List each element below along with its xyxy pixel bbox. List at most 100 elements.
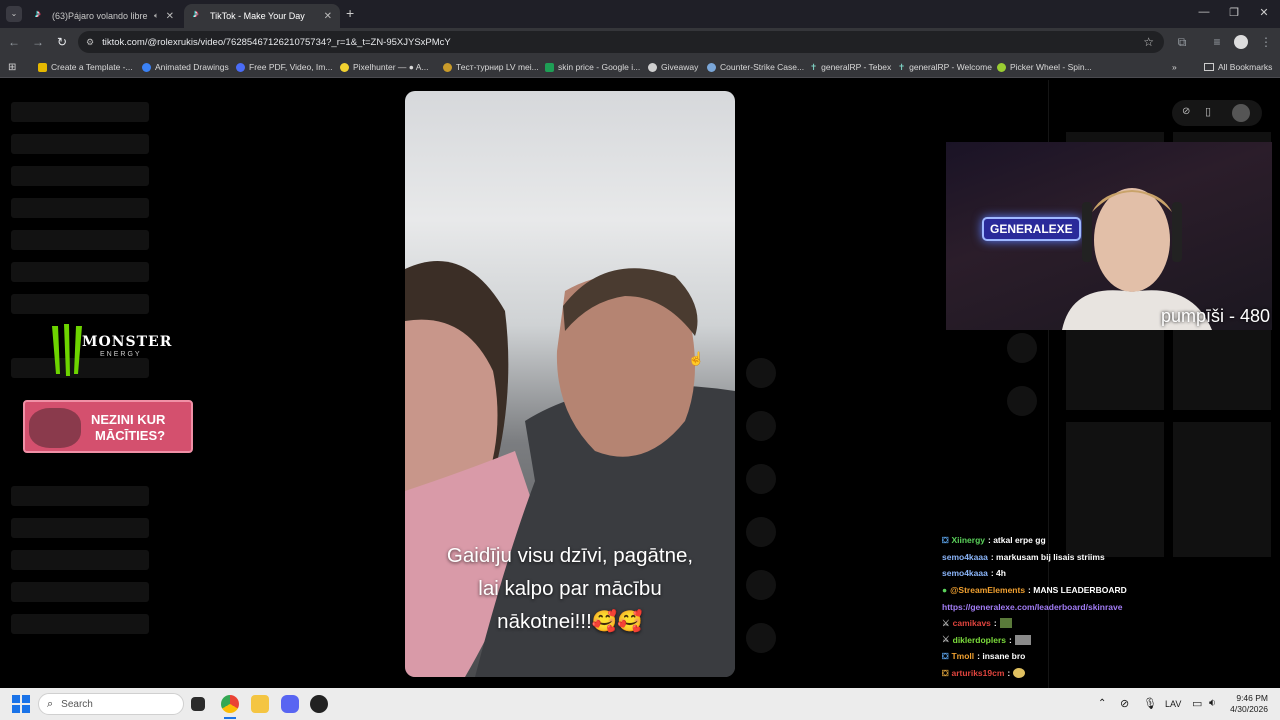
video-caption: Gaidīju visu dzīvi, pagātne, lai kalpo p… — [405, 539, 735, 638]
mascot-icon — [29, 408, 81, 448]
address-bar[interactable]: ⚙ tiktok.com/@rolexrukis/video/762854671… — [78, 31, 1164, 53]
monster-claw-icon — [52, 324, 82, 376]
bookmark-item[interactable]: skin price - Google i... — [545, 60, 640, 74]
restore-button[interactable]: ❐ — [1219, 6, 1249, 19]
sidebar-skeleton — [11, 102, 149, 122]
close-icon[interactable]: ✕ — [166, 11, 174, 22]
save-button-placeholder[interactable] — [746, 464, 776, 494]
new-tab-button[interactable]: + — [346, 5, 354, 21]
points-counter: pumpīši - 480 — [1160, 306, 1270, 326]
avatar-placeholder — [1007, 386, 1037, 416]
chat-message: : — [993, 618, 997, 629]
sword-icon: ⚔ — [942, 634, 950, 645]
browser-toolbar: ← → ↻ ⚙ tiktok.com/@rolexrukis/video/762… — [0, 28, 1280, 56]
volume-icon[interactable]: 🔉︎ — [1209, 697, 1216, 710]
speaker-icon: 🔈︎ — [154, 11, 159, 20]
bookmark-item[interactable]: Animated Drawings — [142, 60, 229, 74]
emote-icon — [1014, 634, 1031, 645]
wheel-icon — [997, 62, 1006, 72]
clock[interactable]: 9:46 PM 4/30/2026 — [1226, 693, 1268, 715]
chat-line: ⛋ arturiks19cm: — [942, 665, 1242, 682]
back-button[interactable]: ← — [4, 32, 24, 52]
caption-line: Gaidīju visu dzīvi, pagātne, — [446, 544, 694, 567]
floating-player-icon[interactable]: ⊘ — [1182, 106, 1190, 117]
monster-brand: MONSTER — [82, 334, 173, 350]
chat-user: Xiinergy — [951, 535, 986, 546]
sidebar-skeleton — [11, 582, 149, 602]
bookmark-item[interactable]: Picker Wheel - Spin... — [997, 60, 1092, 74]
bookmark-star-icon[interactable]: ☆ — [1143, 35, 1154, 49]
chat-user: diklerdoplers — [952, 634, 1007, 645]
bookmark-item[interactable]: Create a Template -... — [38, 60, 133, 74]
language-indicator[interactable]: LAV — [1165, 699, 1181, 709]
star-icon — [443, 62, 452, 72]
chrome-icon[interactable] — [221, 695, 239, 713]
chat-line: https://generalexe.com/leaderboard/skinr… — [942, 598, 1242, 615]
search-placeholder: Search — [61, 698, 93, 710]
obs-icon[interactable] — [310, 695, 328, 713]
reload-button[interactable]: ↻ — [52, 32, 72, 52]
chevron-up-icon[interactable]: ⌃ — [1098, 698, 1106, 709]
network-icon[interactable]: ⊘ — [1120, 697, 1129, 710]
chat-line: ⚔ diklerdoplers: — [942, 632, 1242, 649]
all-bookmarks-button[interactable]: All Bookmarks — [1204, 60, 1272, 74]
windows-start-icon[interactable] — [12, 695, 30, 713]
ad-banner[interactable]: NEZINI KUR MĀCĪTIES? — [23, 400, 193, 453]
device-icon[interactable]: ▯ — [1205, 105, 1211, 118]
profile-avatar[interactable] — [1234, 35, 1248, 49]
avatar[interactable] — [1232, 104, 1250, 122]
bookmark-item[interactable]: Giveaway — [648, 60, 698, 74]
media-icon[interactable]: ≡ — [1207, 32, 1227, 52]
music-button-placeholder[interactable] — [746, 570, 776, 600]
welcome-icon: ✝ — [898, 61, 906, 72]
monster-logo: MONSTER ENERGY — [40, 320, 180, 382]
tab-strip: ⌄ (63)Pájaro volando libreme 🔈︎ ✕ TikTok… — [0, 0, 1280, 28]
caption-line: lai kalpo par mācību — [478, 577, 662, 600]
display-icon[interactable]: ▭ — [1192, 697, 1202, 710]
tiktok-page: MONSTER ENERGY NEZINI KUR MĀCĪTIES? Gaid… — [0, 80, 1280, 688]
folder-icon — [1204, 63, 1214, 71]
chat-user: semo4kaaa — [942, 568, 988, 579]
task-view-icon[interactable] — [191, 697, 205, 711]
sidebar-skeleton — [11, 262, 149, 282]
file-explorer-icon[interactable] — [251, 695, 269, 713]
close-window-button[interactable]: ✕ — [1249, 6, 1279, 19]
video-player[interactable]: Gaidīju visu dzīvi, pagātne, lai kalpo p… — [405, 91, 735, 677]
tab-tiktok[interactable]: TikTok - Make Your Day ✕ — [184, 4, 340, 28]
forward-button[interactable]: → — [28, 32, 48, 52]
chat-user: arturiks19cm — [951, 668, 1005, 679]
right-toolbar: ⊘ ▯ — [1172, 100, 1262, 126]
comment-button-placeholder[interactable] — [746, 411, 776, 441]
bookmark-item[interactable]: Free PDF, Video, Im... — [236, 60, 332, 74]
tab-pajaro[interactable]: (63)Pájaro volando libreme 🔈︎ ✕ — [26, 4, 182, 28]
minimize-button[interactable]: — — [1189, 6, 1219, 18]
microphone-icon[interactable]: 🎙︎ — [1143, 697, 1157, 710]
emote-icon — [1013, 668, 1026, 679]
bookmark-item[interactable]: Pixelhunter — ● A... — [340, 60, 429, 74]
tab-search-button[interactable]: ⌄ — [6, 6, 22, 22]
close-icon[interactable]: ✕ — [324, 11, 332, 22]
caption-line: nākotnei!!!🥰🥰 — [497, 610, 643, 633]
site-info-icon[interactable]: ⚙ — [86, 37, 94, 48]
chat-link[interactable]: https://generalexe.com/leaderboard/skinr… — [942, 602, 1122, 612]
sword-icon: ⚔ — [942, 617, 950, 628]
share-button-placeholder[interactable] — [746, 517, 776, 547]
bookmark-item[interactable]: Counter-Strike Case... — [707, 60, 804, 74]
bookmark-item[interactable]: ✝ generalRP - Welcome — [898, 60, 992, 74]
bookmark-item[interactable]: ✝ generalRP - Tebex — [810, 60, 891, 74]
bookmark-item[interactable]: Тест-турнир LV mei... — [443, 60, 539, 74]
discord-icon[interactable] — [281, 695, 299, 713]
menu-icon[interactable]: ⋮ — [1256, 32, 1276, 52]
chat-user: Tmoll — [951, 651, 975, 662]
webcam-overlay: GENERALEXE pumpīši - 480 — [946, 142, 1272, 330]
like-button-placeholder[interactable] — [746, 358, 776, 388]
chat-line: ⛋ Tmoll: insane bro — [942, 648, 1242, 665]
extensions-icon[interactable]: ⧉ — [1172, 32, 1192, 52]
gift-icon — [648, 62, 657, 72]
bookmarks-bar: ⊞ Create a Template -... Animated Drawin… — [0, 56, 1280, 78]
apps-icon[interactable]: ⊞ — [8, 60, 16, 74]
streamer-figure — [1062, 188, 1212, 330]
more-button-placeholder[interactable] — [746, 623, 776, 653]
taskbar-search[interactable]: ⌕ Search — [38, 693, 184, 715]
more-bookmarks-icon[interactable]: » — [1172, 60, 1177, 74]
